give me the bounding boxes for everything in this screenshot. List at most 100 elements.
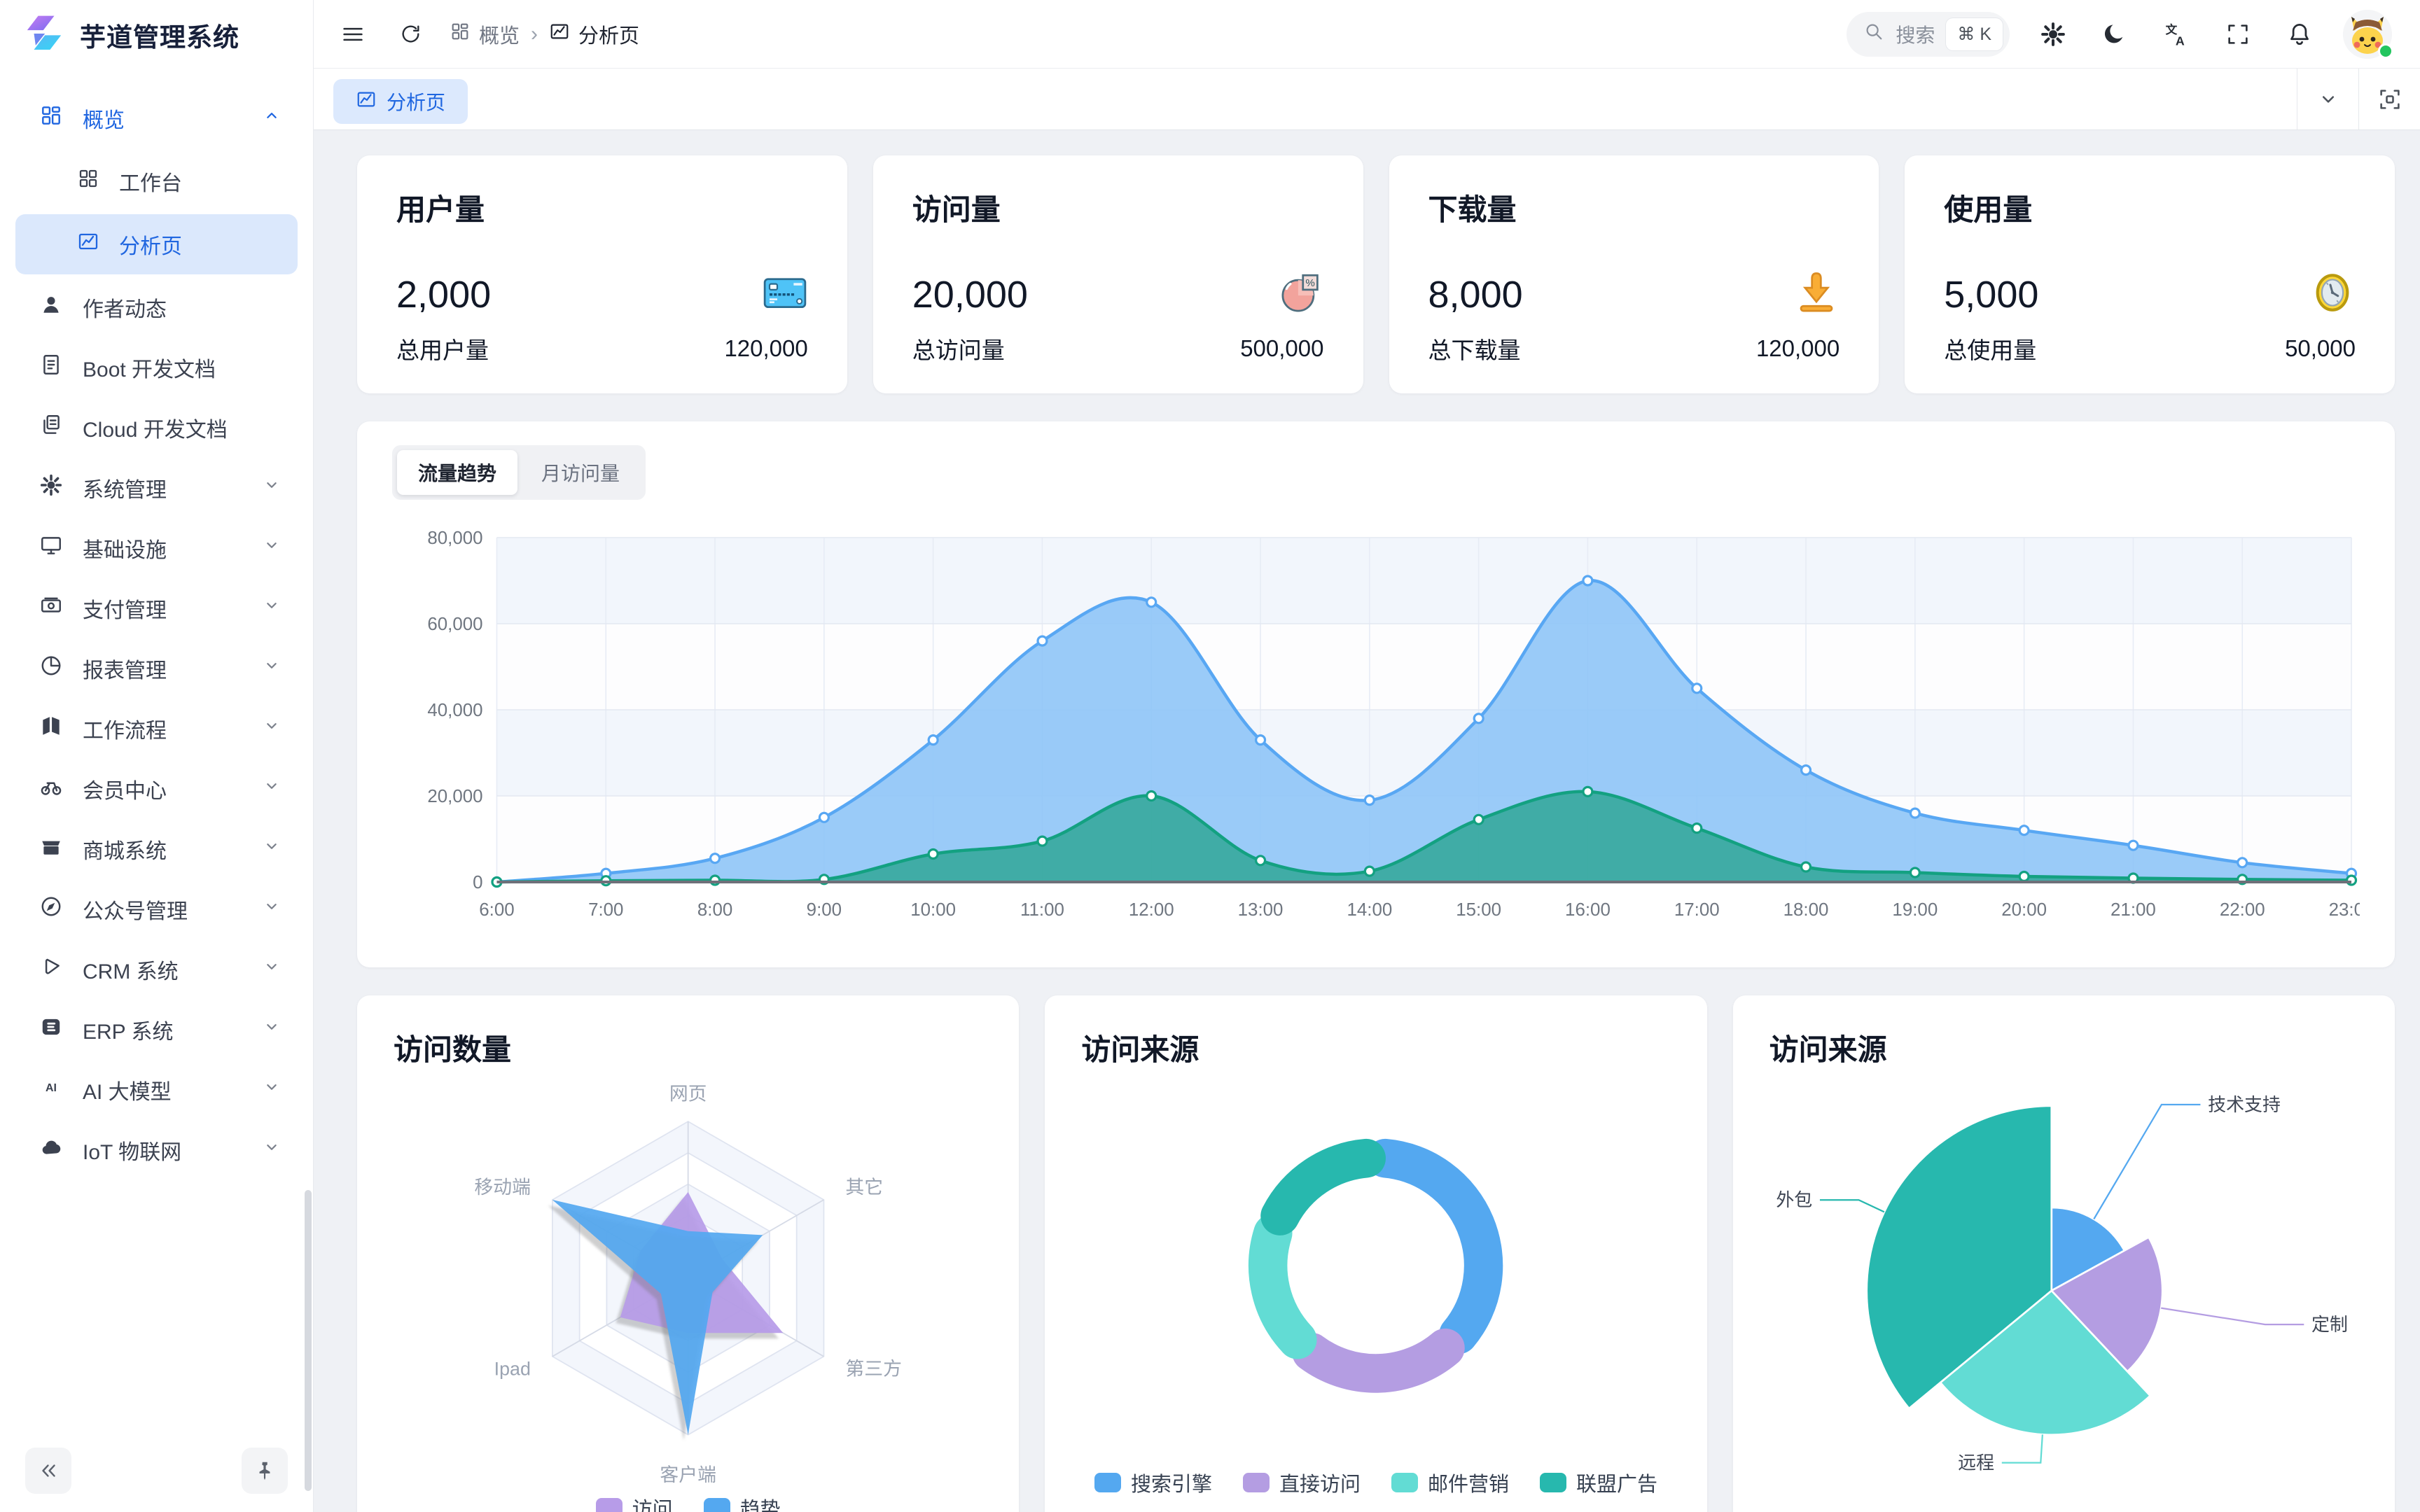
hamburger-menu-icon[interactable] (335, 16, 371, 52)
visit-source-pie-panel: 访问来源 技术支持定制远程外包 (1733, 995, 2395, 1512)
sidebar-item-分析页[interactable]: 分析页 (15, 214, 298, 274)
sidebar-item-工作流程[interactable]: 工作流程 (0, 699, 313, 759)
visit-source-pie-chart[interactable]: 技术支持定制远程外包 (1769, 1076, 2358, 1506)
pin-sidebar-button[interactable] (242, 1448, 288, 1494)
settings-icon[interactable] (2035, 16, 2071, 52)
chevron-icon (261, 836, 282, 862)
user-avatar[interactable] (2343, 10, 2392, 59)
fullscreen-icon[interactable] (2220, 16, 2256, 52)
legend-item-趋势[interactable]: 趋势 (704, 1493, 781, 1512)
gear-icon (39, 473, 63, 503)
legend-swatch (1094, 1473, 1121, 1492)
sidebar-item-商城系统[interactable]: 商城系统 (0, 819, 313, 879)
chevron-icon (261, 475, 282, 501)
stat-title: 下载量 (1428, 186, 1840, 229)
panel-title: 访问来源 (1081, 1026, 1670, 1069)
member-icon (39, 774, 63, 804)
sidebar-item-概览[interactable]: 概览 (0, 88, 313, 148)
svg-text:13:00: 13:00 (1238, 900, 1284, 920)
iot-icon (39, 1135, 63, 1165)
svg-text:移动端: 移动端 (474, 1177, 531, 1198)
svg-text:6:00: 6:00 (479, 900, 514, 920)
visit-source-donut-chart[interactable] (1081, 1076, 1670, 1468)
sidebar-item-系统管理[interactable]: 系统管理 (0, 458, 313, 518)
tab-options-chevron-button[interactable] (2297, 69, 2358, 130)
workflow-icon (39, 714, 63, 743)
sidebar-item-AI 大模型[interactable]: AIAI 大模型 (0, 1060, 313, 1120)
dark-mode-icon[interactable] (2096, 16, 2133, 52)
grid-icon (450, 21, 471, 48)
report-icon (39, 654, 63, 683)
stat-card-下载量: 下载量8,000总下载量120,000 (1389, 155, 1879, 393)
sidebar-item-基础设施[interactable]: 基础设施 (0, 518, 313, 578)
app-logo[interactable]: 芋道管理系统 (0, 0, 313, 70)
bottom-panels: 访问数量 网页其它第三方客户端Ipad移动端 访问趋势 访问来源 搜索引擎直接访… (357, 995, 2395, 1512)
breadcrumb-separator-icon: › (531, 22, 538, 46)
workbench-icon (77, 167, 99, 195)
trend-tab-流量趋势[interactable]: 流量趋势 (397, 450, 517, 495)
erp-icon (39, 1015, 63, 1044)
sidebar-scrollbar[interactable] (305, 1190, 312, 1491)
legend-item-搜索引擎[interactable]: 搜索引擎 (1094, 1468, 1212, 1497)
notifications-bell-icon[interactable] (2281, 16, 2318, 52)
content-fullscreen-button[interactable] (2358, 69, 2420, 130)
sidebar-item-作者动态[interactable]: 作者动态 (0, 277, 313, 337)
pie-badge-icon: % (1278, 270, 1324, 319)
svg-text:AI: AI (46, 1082, 57, 1094)
sidebar-item-支付管理[interactable]: 支付管理 (0, 578, 313, 638)
refresh-icon[interactable] (392, 16, 429, 52)
chevron-icon (261, 655, 282, 682)
svg-text:20,000: 20,000 (427, 787, 482, 806)
sidebar-item-IoT 物联网[interactable]: IoT 物联网 (0, 1120, 313, 1180)
stat-card-访问量: 访问量20,000%总访问量500,000 (873, 155, 1363, 393)
stat-card-用户量: 用户量2,000总用户量120,000 (357, 155, 847, 393)
trend-tab-月访问量[interactable]: 月访问量 (520, 450, 641, 495)
breadcrumb-item[interactable]: 分析页 (549, 20, 639, 49)
tab-analysis-page[interactable]: 分析页 (333, 79, 468, 124)
svg-text:外包: 外包 (1776, 1190, 1812, 1210)
traffic-trend-card: 流量趋势月访问量 020,00040,00060,00080,0006:007:… (357, 421, 2395, 967)
stat-total-value: 120,000 (724, 335, 807, 362)
svg-text:其它: 其它 (845, 1177, 883, 1198)
online-status-dot (2378, 43, 2393, 59)
sidebar-item-ERP 系统[interactable]: ERP 系统 (0, 1000, 313, 1060)
traffic-trend-chart[interactable]: 020,00040,00060,00080,0006:007:008:009:0… (392, 518, 2360, 941)
stat-value: 8,000 (1428, 273, 1523, 316)
sidebar-item-会员中心[interactable]: 会员中心 (0, 759, 313, 819)
svg-text:%: % (1305, 277, 1314, 289)
legend-item-访问[interactable]: 访问 (596, 1493, 673, 1512)
sidebar-item-CRM 系统[interactable]: CRM 系统 (0, 939, 313, 1000)
svg-text:11:00: 11:00 (1020, 900, 1064, 920)
sidebar-footer (0, 1435, 313, 1512)
ai-icon: AI (39, 1075, 63, 1105)
collapse-sidebar-button[interactable] (25, 1448, 71, 1494)
legend-item-直接访问[interactable]: 直接访问 (1243, 1468, 1361, 1497)
tabbar: 分析页 (314, 69, 2420, 130)
sidebar-item-公众号管理[interactable]: 公众号管理 (0, 879, 313, 939)
compass-icon (39, 895, 63, 924)
legend-swatch (1243, 1473, 1270, 1492)
sidebar-item-报表管理[interactable]: 报表管理 (0, 638, 313, 699)
chevron-icon (261, 1077, 282, 1103)
breadcrumb-item[interactable]: 概览 (450, 20, 520, 49)
tab-chart-icon (356, 89, 377, 115)
svg-text:60,000: 60,000 (427, 615, 482, 634)
legend-swatch (1391, 1473, 1418, 1492)
svg-text:19:00: 19:00 (1892, 900, 1938, 920)
legend-item-联盟广告[interactable]: 联盟广告 (1540, 1468, 1657, 1497)
sidebar-menu: 概览工作台分析页作者动态Boot 开发文档Cloud 开发文档系统管理基础设施支… (0, 70, 313, 1435)
radar-legend: 访问 趋势 (394, 1493, 982, 1512)
chevron-icon (261, 105, 282, 132)
sidebar-item-工作台[interactable]: 工作台 (15, 151, 298, 211)
search-input[interactable]: 搜索 ⌘ K (1847, 12, 2010, 57)
chevron-icon (261, 896, 282, 923)
language-icon[interactable]: 文A (2158, 16, 2195, 52)
chevron-icon (261, 956, 282, 983)
legend-swatch (596, 1498, 623, 1512)
sidebar-item-Boot 开发文档[interactable]: Boot 开发文档 (0, 337, 313, 398)
stat-title: 使用量 (1944, 186, 2356, 229)
chevron-icon (261, 776, 282, 802)
sidebar-item-Cloud 开发文档[interactable]: Cloud 开发文档 (0, 398, 313, 458)
visit-radar-chart[interactable]: 网页其它第三方客户端Ipad移动端 (394, 1076, 982, 1493)
legend-item-邮件营销[interactable]: 邮件营销 (1391, 1468, 1509, 1497)
